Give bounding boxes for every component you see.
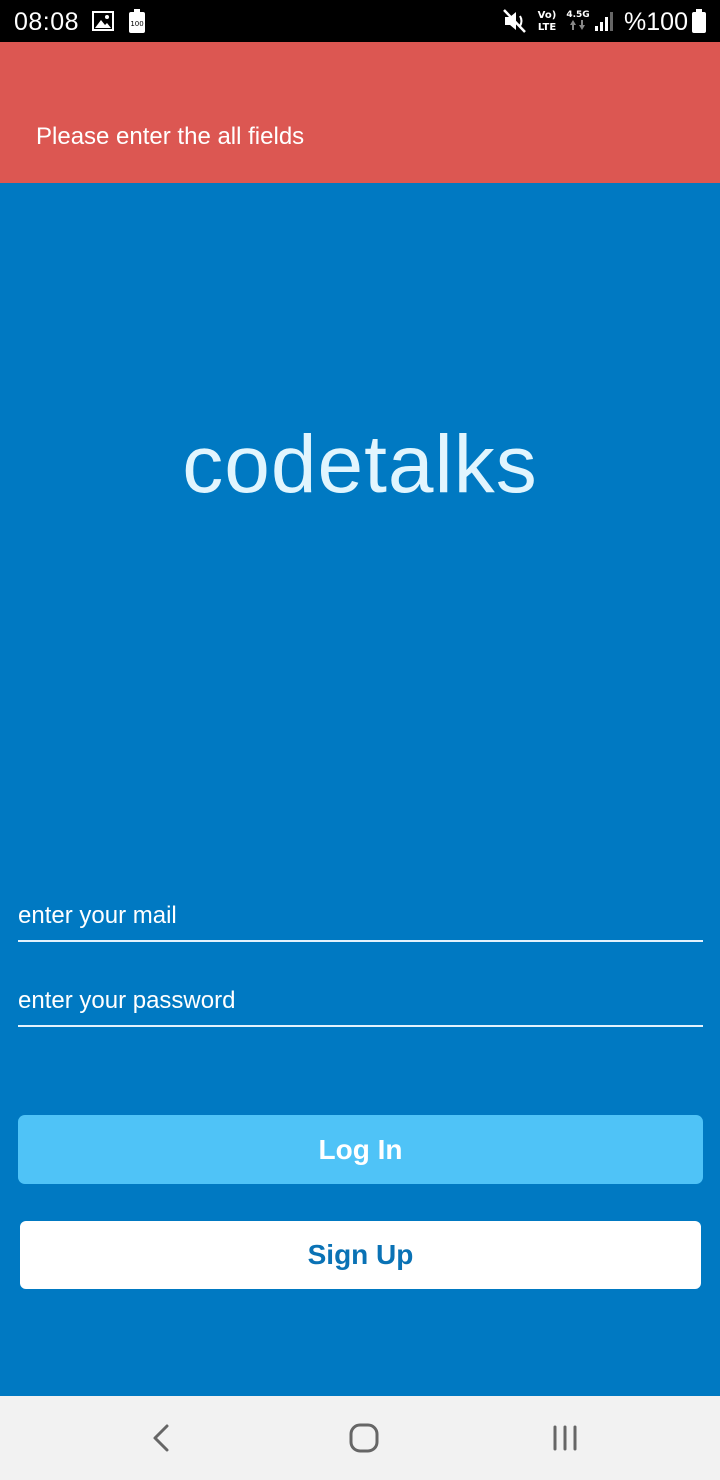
home-icon[interactable] [344,1418,384,1458]
mute-icon [503,9,527,38]
email-input[interactable] [18,894,703,938]
svg-text:4.5G: 4.5G [566,10,589,20]
app-title: codetalks [182,419,538,510]
password-field[interactable] [18,979,703,1027]
signal-icon [594,10,616,37]
battery-100-icon: 100 [129,9,145,38]
battery-icon [692,9,706,38]
gallery-icon [92,11,114,36]
login-screen: codetalks Log In Sign Up [0,183,720,1396]
battery-percent: %100 [624,8,688,36]
svg-text:LTE: LTE [538,22,557,33]
status-bar: 08:08 100 Vo) LTE 4.5G %100 [0,0,720,42]
data-arrows-icon: 4.5G [566,7,590,38]
password-input[interactable] [18,979,703,1023]
navigation-bar [0,1396,720,1480]
error-banner: Please enter the all fields [0,42,720,183]
svg-text:100: 100 [130,20,143,28]
login-button[interactable]: Log In [18,1115,703,1184]
error-message: Please enter the all fields [36,123,305,150]
email-field[interactable] [18,894,703,942]
svg-text:Vo): Vo) [538,10,557,21]
signup-button[interactable]: Sign Up [20,1221,701,1289]
status-time: 08:08 [14,8,80,36]
recents-icon[interactable] [546,1418,586,1458]
volte-icon: Vo) LTE [536,7,558,38]
back-icon[interactable] [143,1418,183,1458]
